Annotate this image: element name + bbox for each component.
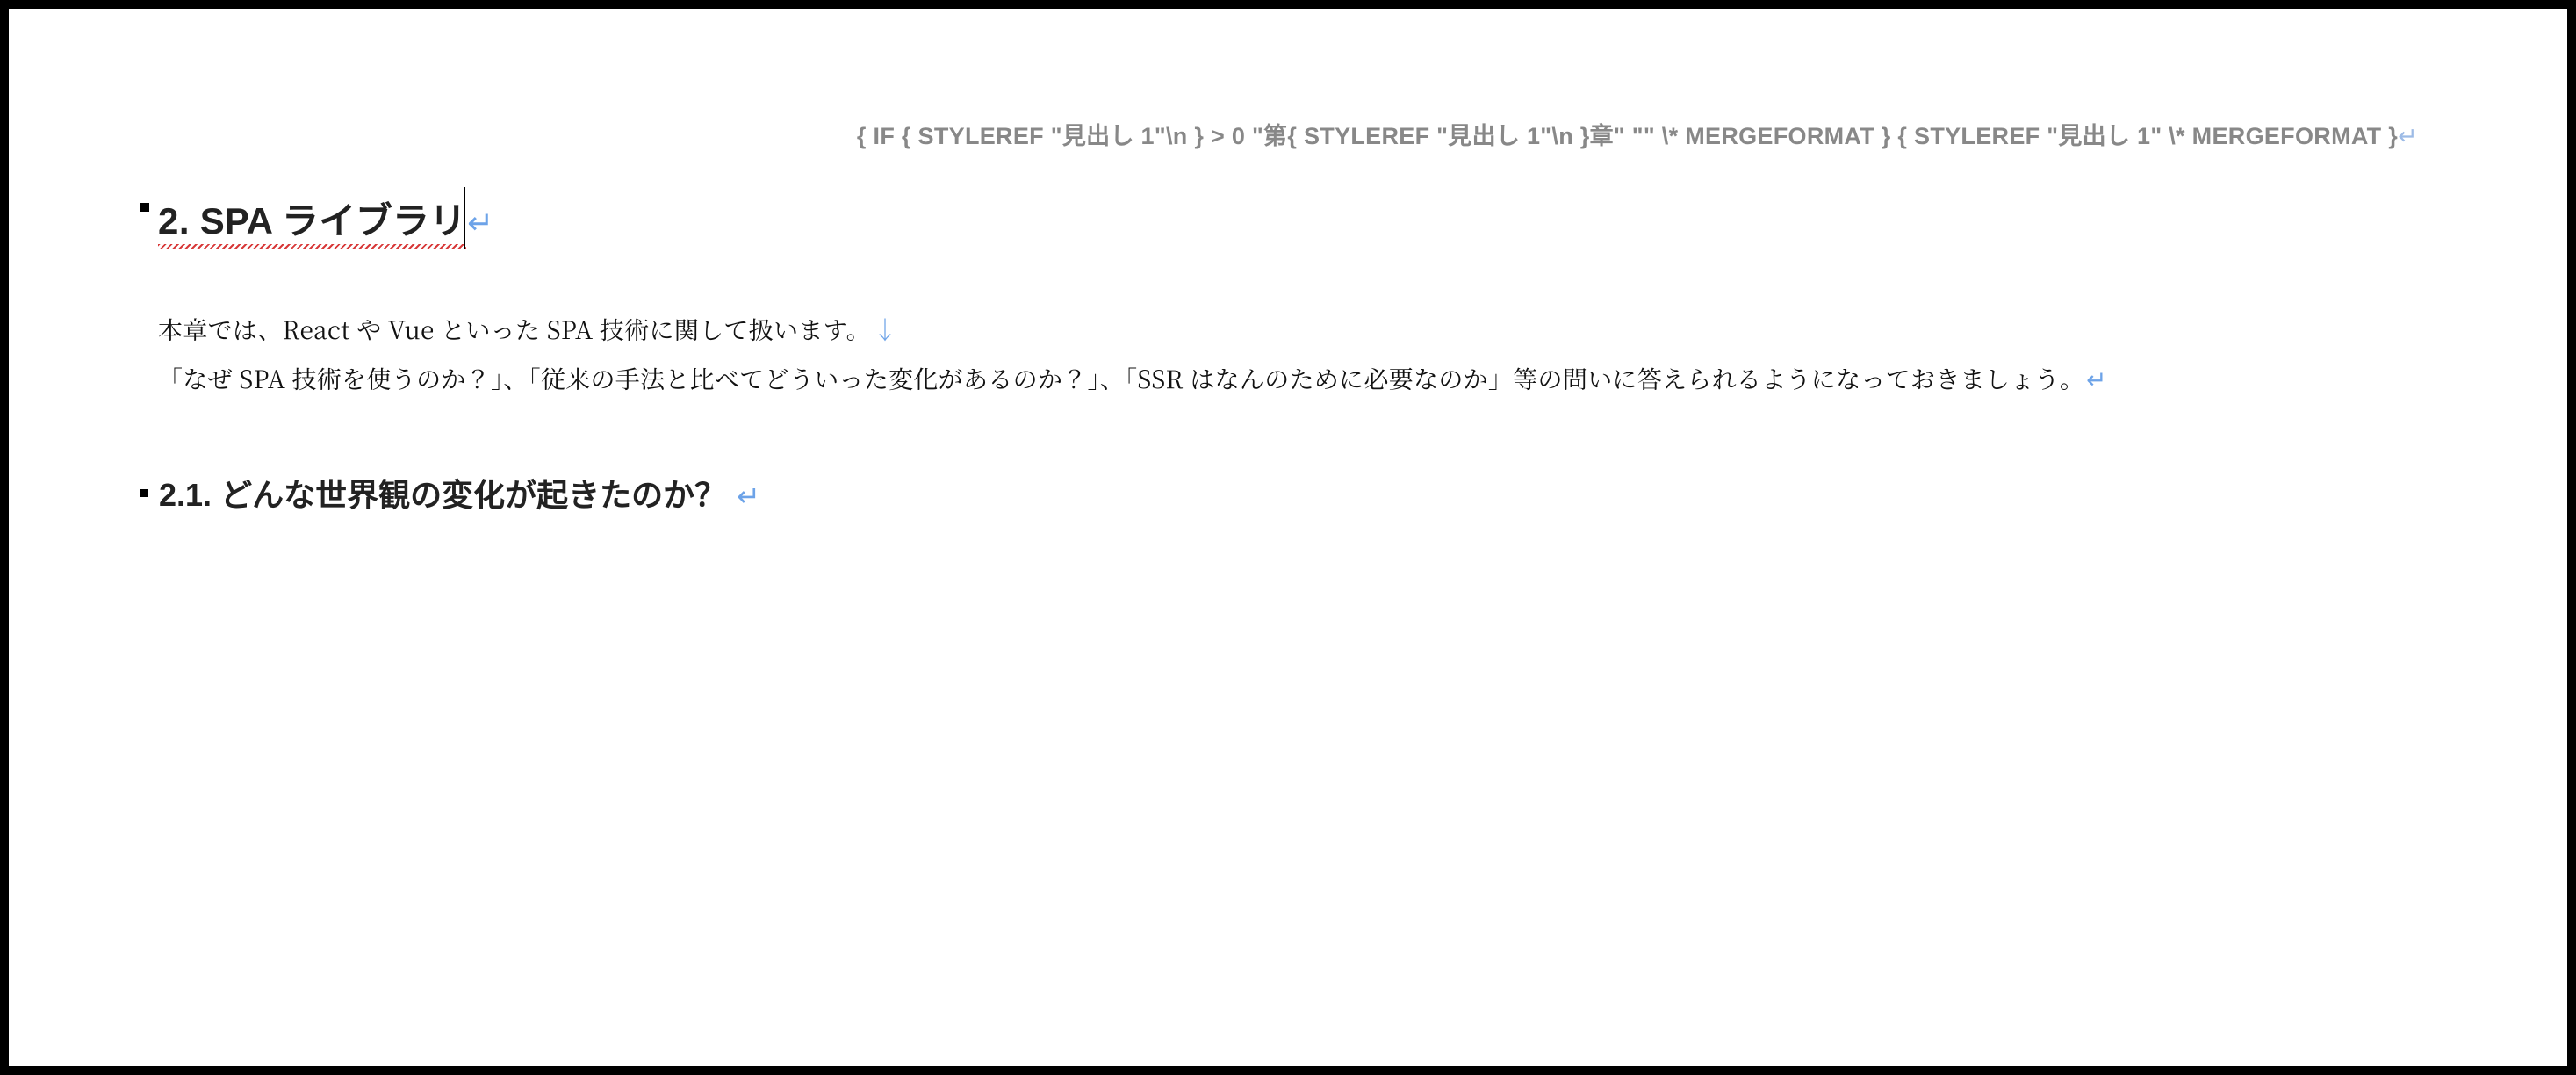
line-break-icon: ↓ xyxy=(873,312,897,347)
body-line: 本章では、React や Vue といった SPA 技術に関して扱います。 xyxy=(158,312,871,347)
heading-bullet-icon xyxy=(140,203,149,212)
pilcrow-icon: ↵ xyxy=(2398,123,2418,149)
pilcrow-icon: ↵ xyxy=(2086,361,2107,396)
heading-1-number: 2. xyxy=(158,200,190,242)
body-line: 「なぜ SPA 技術を使うのか？」、「従来の手法と比べてどういった変化があるのか… xyxy=(158,361,2084,396)
document-page: { IF { STYLEREF "見出し 1"\n } > 0 "第{ STYL… xyxy=(9,9,2567,1066)
heading-1-title: SPA ライブラリ xyxy=(200,200,466,242)
heading-2-number: 2.1. xyxy=(159,477,212,513)
header-field-codes: { IF { STYLEREF "見出し 1"\n } > 0 "第{ STYL… xyxy=(158,114,2418,159)
text-cursor-icon xyxy=(464,187,465,249)
heading-2-title: どんな世界観の変化が起きたのか？ xyxy=(220,477,726,513)
pilcrow-icon: ↵ xyxy=(737,480,760,512)
heading-2[interactable]: 2.1. どんな世界観の変化が起きたのか？ ↵ xyxy=(159,473,760,517)
heading-1[interactable]: 2. SPA ライブラリ ↵ xyxy=(158,198,493,261)
pilcrow-icon: ↵ xyxy=(467,205,493,241)
heading-bullet-icon xyxy=(140,489,148,497)
field-code-text: { IF { STYLEREF "見出し 1"\n } > 0 "第{ STYL… xyxy=(857,123,2398,149)
body-text[interactable]: 本章では、React や Vue といった SPA 技術に関して扱います。↓ 「… xyxy=(158,305,2418,403)
heading-2-row: 2.1. どんな世界観の変化が起きたのか？ ↵ xyxy=(158,473,2418,517)
heading-1-row: 2. SPA ライブラリ ↵ xyxy=(158,198,2418,261)
spellcheck-underline-icon xyxy=(158,244,466,249)
